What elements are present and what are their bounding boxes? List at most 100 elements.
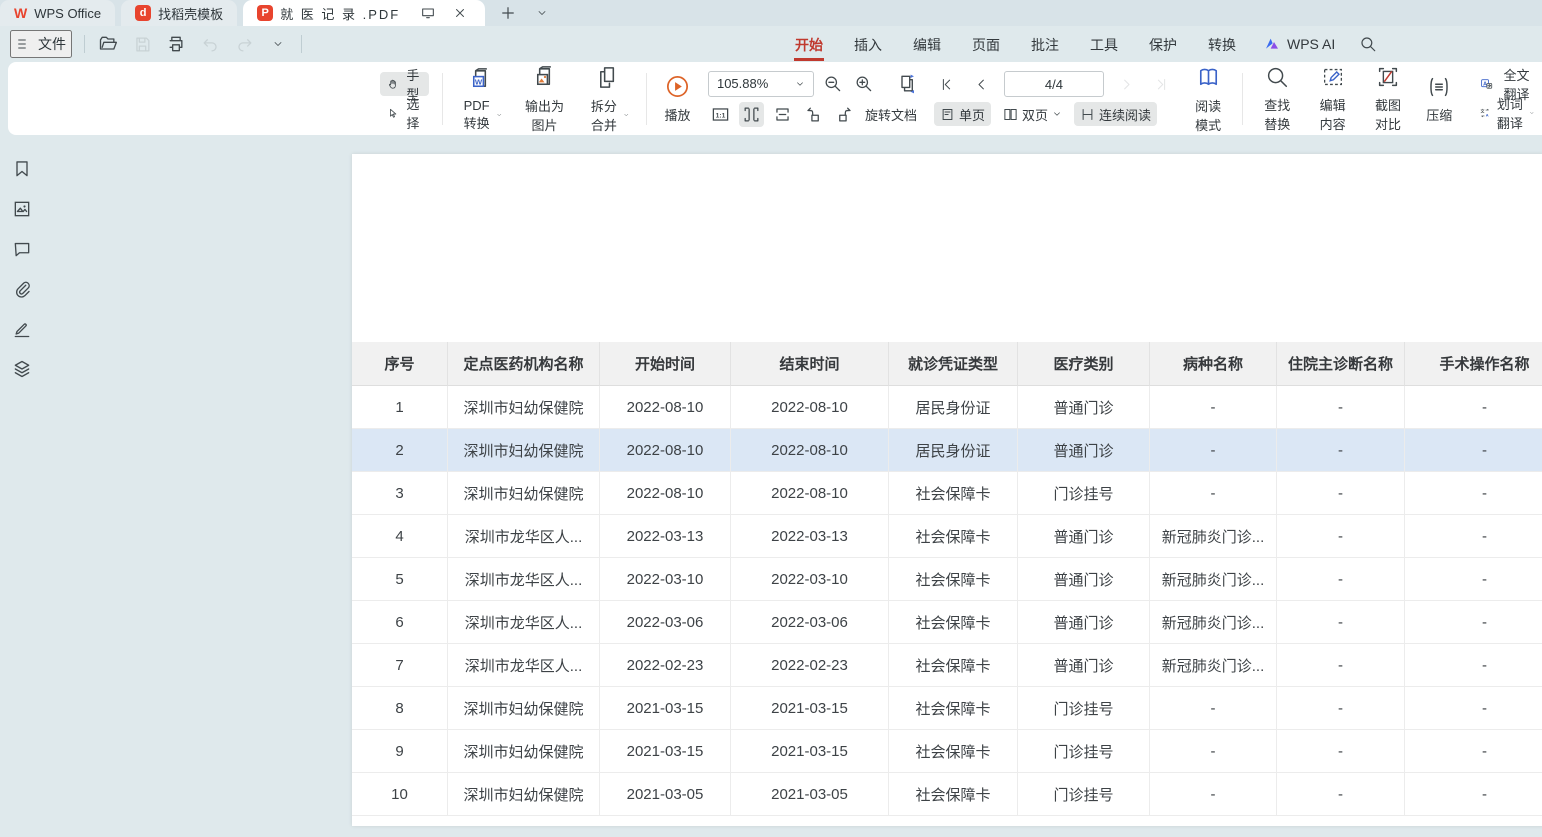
table-cell: 社会保障卡 bbox=[889, 515, 1018, 558]
table-cell: - bbox=[1405, 558, 1542, 601]
chevron-down-icon bbox=[1052, 109, 1062, 119]
monitor-icon[interactable] bbox=[417, 2, 439, 24]
table-cell: - bbox=[1277, 687, 1405, 730]
close-icon[interactable] bbox=[449, 2, 471, 24]
more-actions-chevron-icon[interactable] bbox=[267, 33, 289, 55]
new-tab-plus-icon[interactable] bbox=[497, 2, 519, 24]
thumbnail-panel-icon[interactable] bbox=[12, 199, 32, 219]
page-number-input[interactable]: 4/4 bbox=[1004, 71, 1104, 97]
word-translate-button[interactable]: 文A 划词翻译 bbox=[1473, 101, 1542, 125]
split-merge-button[interactable]: 拆分合并 bbox=[583, 64, 633, 134]
table-cell: 门诊挂号 bbox=[1018, 472, 1150, 515]
table-row: 8深圳市妇幼保健院2021-03-152021-03-15社会保障卡门诊挂号--… bbox=[352, 687, 1542, 730]
single-page-button[interactable]: 单页 bbox=[934, 102, 991, 126]
table-cell: - bbox=[1277, 515, 1405, 558]
pdf-convert-button[interactable]: W PDF转换 bbox=[456, 66, 506, 132]
bookmark-icon[interactable] bbox=[12, 159, 32, 179]
zoom-out-button[interactable] bbox=[820, 71, 845, 96]
rotate-document-button[interactable]: 旋转文档 bbox=[863, 105, 919, 124]
attachment-icon[interactable] bbox=[12, 279, 32, 299]
table-header-cell: 就诊凭证类型 bbox=[889, 342, 1018, 386]
table-row: 1深圳市妇幼保健院2022-08-102022-08-10居民身份证普通门诊--… bbox=[352, 386, 1542, 429]
table-cell: - bbox=[1150, 472, 1277, 515]
table-cell: 门诊挂号 bbox=[1018, 730, 1150, 773]
continuous-reading-button[interactable]: 连续阅读 bbox=[1074, 102, 1157, 126]
table-cell: 深圳市妇幼保健院 bbox=[448, 730, 600, 773]
open-folder-icon[interactable] bbox=[97, 33, 119, 55]
table-cell: 社会保障卡 bbox=[889, 687, 1018, 730]
zoom-level-select[interactable]: 105.88% bbox=[708, 71, 814, 97]
menu-item-7[interactable]: 保护 bbox=[1148, 28, 1178, 61]
fit-width-button[interactable] bbox=[739, 102, 764, 127]
menu-item-6[interactable]: 工具 bbox=[1089, 28, 1119, 61]
menu-item-3[interactable]: 编辑 bbox=[912, 28, 942, 61]
wps-ai-button[interactable]: WPS AI bbox=[1263, 36, 1335, 52]
table-header-cell: 开始时间 bbox=[600, 342, 731, 386]
export-as-image-button[interactable]: 输出为图片 bbox=[519, 64, 570, 134]
table-cell: - bbox=[1405, 429, 1542, 472]
print-icon[interactable] bbox=[165, 33, 187, 55]
table-cell: 2021-03-15 bbox=[600, 730, 731, 773]
table-cell: 新冠肺炎门诊... bbox=[1150, 644, 1277, 687]
rotate-left-button[interactable] bbox=[801, 102, 826, 127]
zoom-in-button[interactable] bbox=[851, 71, 876, 96]
file-menu-button[interactable]: 文件 bbox=[10, 30, 72, 58]
tab-active-document[interactable]: P 就 医 记 录 .PDF bbox=[243, 0, 485, 26]
read-mode-button[interactable]: 阅读模式 bbox=[1187, 64, 1229, 134]
search-icon[interactable] bbox=[1357, 33, 1379, 55]
chevron-down-icon bbox=[795, 79, 805, 89]
table-cell: 深圳市龙华区人... bbox=[448, 515, 600, 558]
rotate-right-button[interactable] bbox=[832, 102, 857, 127]
layers-icon[interactable] bbox=[12, 359, 32, 379]
annotate-pen-icon[interactable] bbox=[12, 319, 32, 339]
double-page-button[interactable]: 双页 bbox=[997, 102, 1068, 126]
play-presentation-button[interactable]: 播放 bbox=[660, 73, 695, 124]
menu-item-5[interactable]: 批注 bbox=[1030, 28, 1060, 61]
table-cell: - bbox=[1150, 429, 1277, 472]
table-cell: - bbox=[1277, 386, 1405, 429]
table-cell: - bbox=[1150, 687, 1277, 730]
table-cell: 普通门诊 bbox=[1018, 386, 1150, 429]
edit-content-button[interactable]: 编辑内容 bbox=[1311, 64, 1353, 133]
table-cell: 2021-03-15 bbox=[600, 687, 731, 730]
find-replace-button[interactable]: 查找替换 bbox=[1256, 64, 1298, 133]
document-workspace: 序号定点医药机构名称开始时间结束时间就诊凭证类型医疗类别病种名称住院主诊断名称手… bbox=[0, 135, 1542, 837]
table-cell: - bbox=[1405, 601, 1542, 644]
next-page-button bbox=[1114, 72, 1139, 97]
tab-wps-home[interactable]: W WPS Office bbox=[0, 0, 115, 26]
table-header-cell: 定点医药机构名称 bbox=[448, 342, 600, 386]
actual-size-icon: 1:1 bbox=[711, 105, 730, 124]
screenshot-compare-button[interactable]: 截图对比 bbox=[1367, 64, 1409, 133]
menu-item-2[interactable]: 插入 bbox=[853, 28, 883, 61]
actual-size-button[interactable]: 1:1 bbox=[708, 102, 733, 127]
hand-tool-button[interactable]: 手型 bbox=[380, 72, 429, 96]
table-cell: 社会保障卡 bbox=[889, 558, 1018, 601]
tab-docer-templates[interactable]: d 找稻壳模板 bbox=[121, 0, 237, 26]
select-tool-button[interactable]: 选择 bbox=[380, 101, 429, 125]
table-cell: 2022-08-10 bbox=[731, 429, 889, 472]
table-cell: - bbox=[1405, 472, 1542, 515]
page-organize-button[interactable] bbox=[896, 71, 921, 96]
table-cell: 2022-03-10 bbox=[600, 558, 731, 601]
tab-list-chevron-icon[interactable] bbox=[531, 2, 553, 24]
comment-panel-icon[interactable] bbox=[12, 239, 32, 259]
table-cell: 普通门诊 bbox=[1018, 515, 1150, 558]
table-cell: 2021-03-15 bbox=[731, 730, 889, 773]
table-header-cell: 手术操作名称 bbox=[1405, 342, 1542, 386]
full-text-translate-button[interactable]: A 全文翻译 bbox=[1473, 72, 1542, 96]
table-cell: - bbox=[1277, 730, 1405, 773]
menu-item-1[interactable]: 开始 bbox=[794, 28, 824, 61]
next-page-icon bbox=[1119, 77, 1134, 92]
table-cell: 5 bbox=[352, 558, 448, 601]
table-cell: 4 bbox=[352, 515, 448, 558]
first-page-button[interactable] bbox=[934, 72, 959, 97]
prev-page-button[interactable] bbox=[969, 72, 994, 97]
table-cell: - bbox=[1277, 472, 1405, 515]
menu-item-8[interactable]: 转换 bbox=[1207, 28, 1237, 61]
menu-item-4[interactable]: 页面 bbox=[971, 28, 1001, 61]
table-cell: 普通门诊 bbox=[1018, 601, 1150, 644]
compress-icon bbox=[1426, 74, 1452, 100]
compress-button[interactable]: 压缩 bbox=[1422, 74, 1456, 124]
table-cell: 2022-03-10 bbox=[731, 558, 889, 601]
fit-page-button[interactable] bbox=[770, 102, 795, 127]
